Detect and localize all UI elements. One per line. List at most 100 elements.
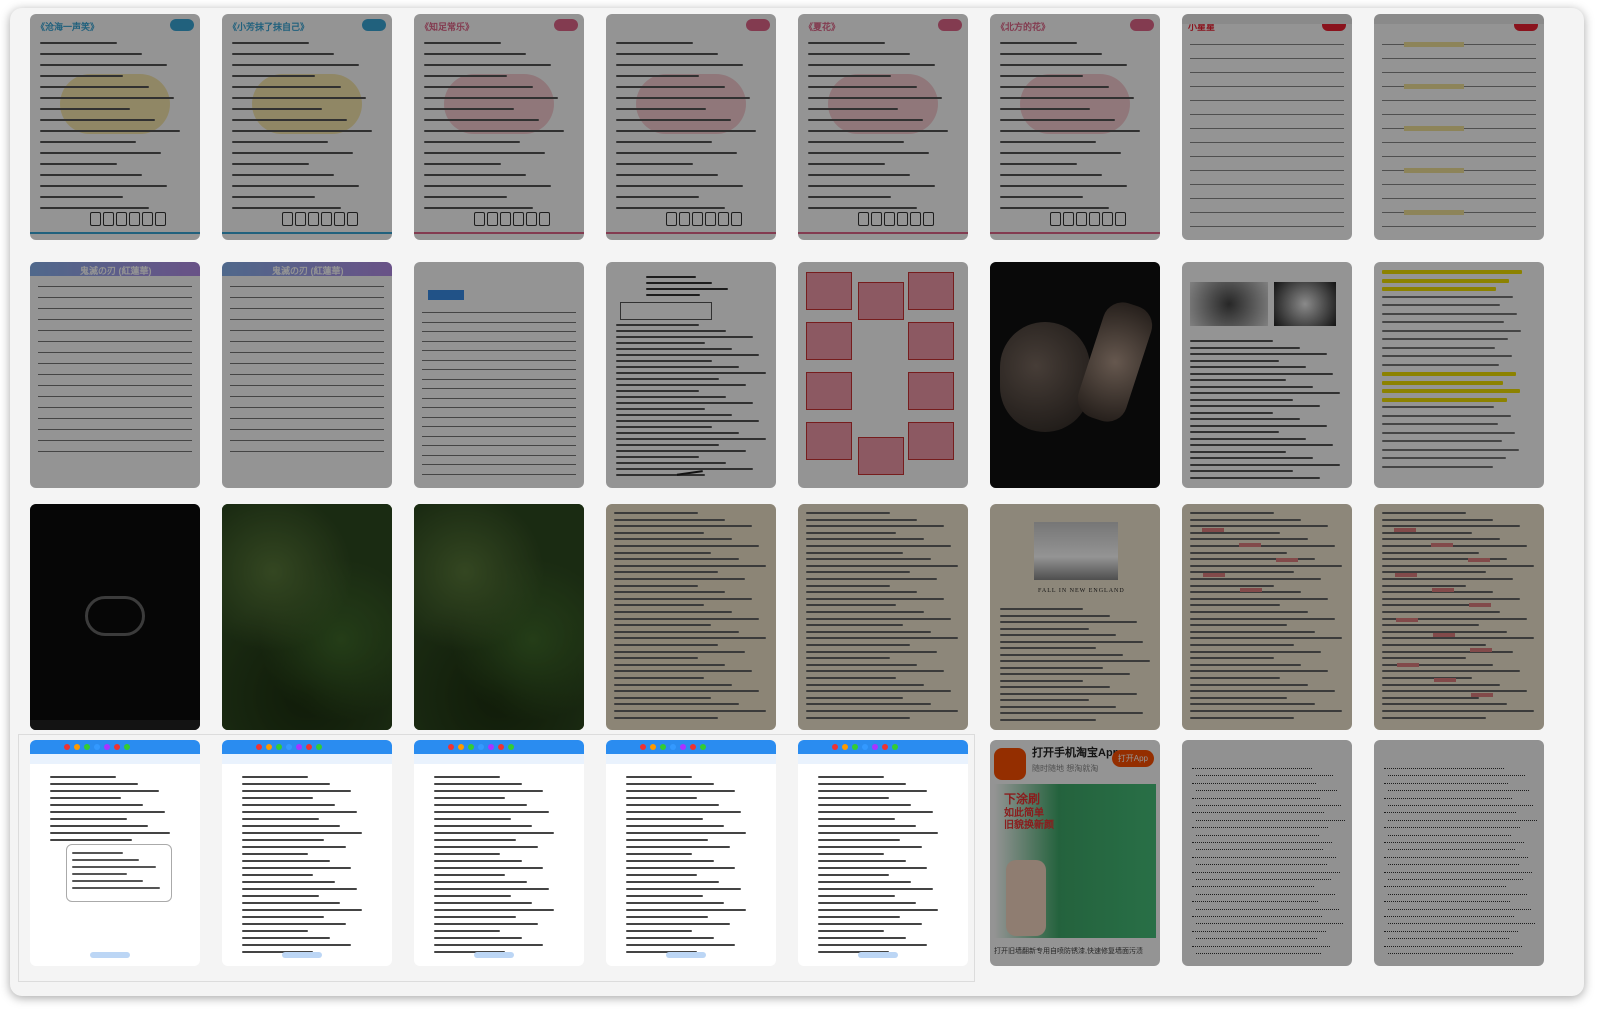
handwriting-line bbox=[1384, 768, 1504, 771]
song-sheet-thumbnail[interactable]: 小星星 bbox=[1182, 14, 1352, 240]
page-footer-badge bbox=[858, 952, 898, 958]
text-line bbox=[242, 832, 362, 834]
handwriting-line bbox=[1384, 842, 1524, 845]
text-line bbox=[242, 790, 352, 792]
text-line bbox=[424, 119, 539, 121]
staff bbox=[38, 330, 192, 342]
quiz-page-thumbnail[interactable] bbox=[414, 740, 584, 966]
text-line bbox=[616, 372, 766, 374]
text-line bbox=[40, 163, 117, 165]
handwriting-line bbox=[1196, 834, 1319, 838]
quiz-page-thumbnail[interactable] bbox=[606, 740, 776, 966]
text-line bbox=[806, 677, 897, 679]
score-app-thumbnail[interactable] bbox=[414, 262, 584, 488]
song-sheet-thumbnail[interactable]: 《小芳抹了抹自己》 bbox=[222, 14, 392, 240]
song-sheet-thumbnail[interactable]: 《夏花》 bbox=[798, 14, 968, 240]
text-line bbox=[1190, 650, 1322, 653]
text-line bbox=[424, 97, 558, 99]
book-page-thumbnail[interactable]: FALL IN NEW ENGLAND bbox=[990, 504, 1160, 730]
text-line bbox=[242, 804, 335, 806]
text-line bbox=[424, 42, 501, 44]
text-line bbox=[818, 853, 884, 855]
toolbar-icon bbox=[266, 744, 272, 750]
song-sheet-thumbnail[interactable]: 《北方的花》 bbox=[990, 14, 1160, 240]
text-line bbox=[806, 591, 917, 594]
text-line bbox=[626, 881, 719, 883]
text-line bbox=[1382, 545, 1528, 547]
text-line bbox=[1190, 545, 1336, 547]
text-line bbox=[1000, 712, 1144, 714]
toolbar-icon bbox=[458, 744, 464, 750]
staff-line bbox=[1190, 72, 1344, 73]
text-line bbox=[40, 53, 143, 55]
text-line bbox=[1190, 644, 1295, 646]
photo-thumbnail[interactable] bbox=[990, 262, 1160, 488]
handwritten-note-thumbnail[interactable] bbox=[1374, 740, 1544, 966]
text-line bbox=[614, 551, 712, 554]
chord-diagram bbox=[718, 212, 729, 226]
text-line bbox=[1382, 346, 1495, 349]
annotation-mark bbox=[1434, 678, 1456, 682]
handwriting-line bbox=[1192, 797, 1320, 801]
ad-thumbnail[interactable]: 打开手机淘宝App 随时随地 想淘就淘 打开App 下涂刷 如此简单 旧貌换新颜 打开旧墙翻… bbox=[990, 740, 1160, 966]
staff bbox=[38, 352, 192, 364]
handwritten-note-thumbnail[interactable] bbox=[1182, 740, 1352, 966]
quiz-page-thumbnail[interactable] bbox=[798, 740, 968, 966]
text-line bbox=[242, 818, 319, 820]
app-toolbar bbox=[1374, 14, 1544, 24]
text-line bbox=[614, 611, 732, 613]
book-page-thumbnail[interactable] bbox=[606, 504, 776, 730]
song-sheet-thumbnail[interactable]: 《知足常乐》 bbox=[414, 14, 584, 240]
article-thumbnail[interactable] bbox=[1182, 262, 1352, 488]
text-line bbox=[1000, 634, 1117, 636]
text-line bbox=[1190, 604, 1281, 607]
text-line bbox=[614, 578, 746, 580]
quiz-page-thumbnail[interactable] bbox=[222, 740, 392, 966]
song-title: 《知足常乐》 bbox=[420, 22, 475, 32]
book-page-thumbnail[interactable] bbox=[1182, 504, 1352, 730]
text-line bbox=[434, 895, 511, 897]
sheet-music-thumbnail[interactable]: 鬼滅の刃 (紅蓮華) bbox=[222, 262, 392, 488]
text-line bbox=[806, 710, 958, 712]
document-thumbnail[interactable] bbox=[606, 262, 776, 488]
tree-photo-thumbnail[interactable] bbox=[222, 504, 392, 730]
open-app-button[interactable]: 打开App bbox=[1111, 750, 1154, 767]
text-line bbox=[806, 611, 924, 613]
book-page-thumbnail[interactable] bbox=[798, 504, 968, 730]
staff-line bbox=[1190, 114, 1344, 115]
sheet-music-thumbnail[interactable]: 鬼滅の刃 (紅蓮華) bbox=[30, 262, 200, 488]
text-line bbox=[626, 818, 703, 820]
song-sheet-thumbnail[interactable]: 《沧海一声笑》 bbox=[30, 14, 200, 240]
text-line bbox=[614, 657, 698, 660]
text-line bbox=[806, 644, 911, 646]
text-line bbox=[434, 916, 517, 918]
book-page-thumbnail[interactable] bbox=[1374, 504, 1544, 730]
video-player-thumbnail[interactable] bbox=[30, 504, 200, 730]
text-line bbox=[808, 196, 892, 198]
text-line bbox=[616, 444, 719, 446]
tree-photo-thumbnail[interactable] bbox=[414, 504, 584, 730]
text-line bbox=[40, 207, 149, 209]
text-line bbox=[614, 545, 760, 547]
text-line bbox=[72, 866, 156, 868]
text-line bbox=[614, 630, 739, 633]
handwriting-line bbox=[1388, 805, 1533, 808]
song-sheet-thumbnail[interactable] bbox=[606, 14, 776, 240]
handwriting-line bbox=[1388, 938, 1509, 941]
highlighted-article-thumbnail[interactable] bbox=[1374, 262, 1544, 488]
text-line bbox=[818, 860, 906, 862]
flowchart-thumbnail[interactable] bbox=[798, 262, 968, 488]
text-line bbox=[1382, 355, 1512, 357]
chord-diagram bbox=[308, 212, 319, 226]
staff-line bbox=[1382, 198, 1536, 199]
text-line bbox=[616, 426, 712, 428]
text-line bbox=[424, 53, 527, 55]
annotation-mark bbox=[1471, 693, 1493, 697]
song-sheet-thumbnail[interactable] bbox=[1374, 14, 1544, 240]
staff-line bbox=[1190, 198, 1344, 199]
quiz-page-thumbnail[interactable] bbox=[30, 740, 200, 966]
text-line bbox=[434, 944, 544, 946]
text-line bbox=[614, 716, 719, 719]
text-line bbox=[616, 185, 744, 187]
text-line bbox=[1190, 578, 1322, 580]
